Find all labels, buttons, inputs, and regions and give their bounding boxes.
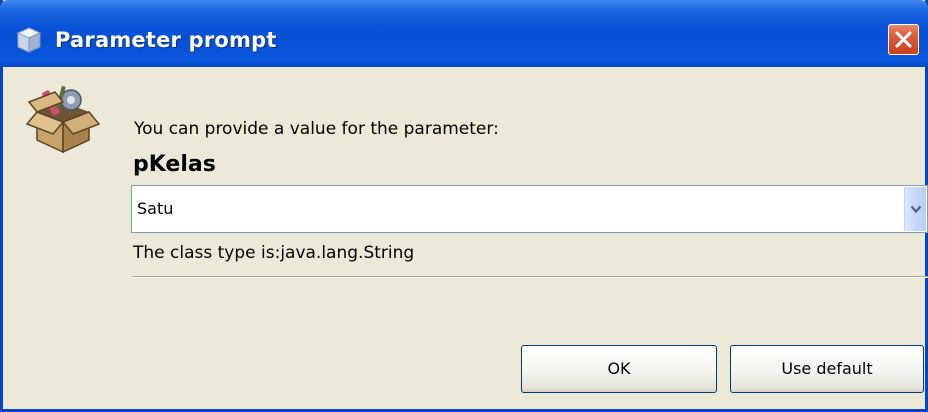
select-value: Satu: [137, 199, 174, 218]
parameter-prompt-dialog: Parameter prompt You can provide a value…: [0, 0, 928, 412]
chevron-down-icon: [910, 205, 922, 214]
close-button[interactable]: [888, 24, 919, 55]
class-type-info: The class type is:java.lang.String: [133, 243, 415, 263]
parameter-name: pKelas: [133, 152, 216, 177]
separator: [132, 276, 928, 278]
dropdown-button[interactable]: [904, 187, 926, 231]
cube-icon: [16, 27, 42, 53]
use-default-button[interactable]: Use default: [730, 345, 924, 393]
open-box-icon: [25, 85, 101, 154]
close-icon: [895, 31, 912, 48]
ok-button[interactable]: OK: [521, 345, 717, 393]
prompt-message: You can provide a value for the paramete…: [134, 119, 499, 139]
title-bar[interactable]: Parameter prompt: [0, 0, 928, 67]
window-title: Parameter prompt: [55, 28, 277, 52]
value-select[interactable]: Satu: [131, 185, 928, 233]
